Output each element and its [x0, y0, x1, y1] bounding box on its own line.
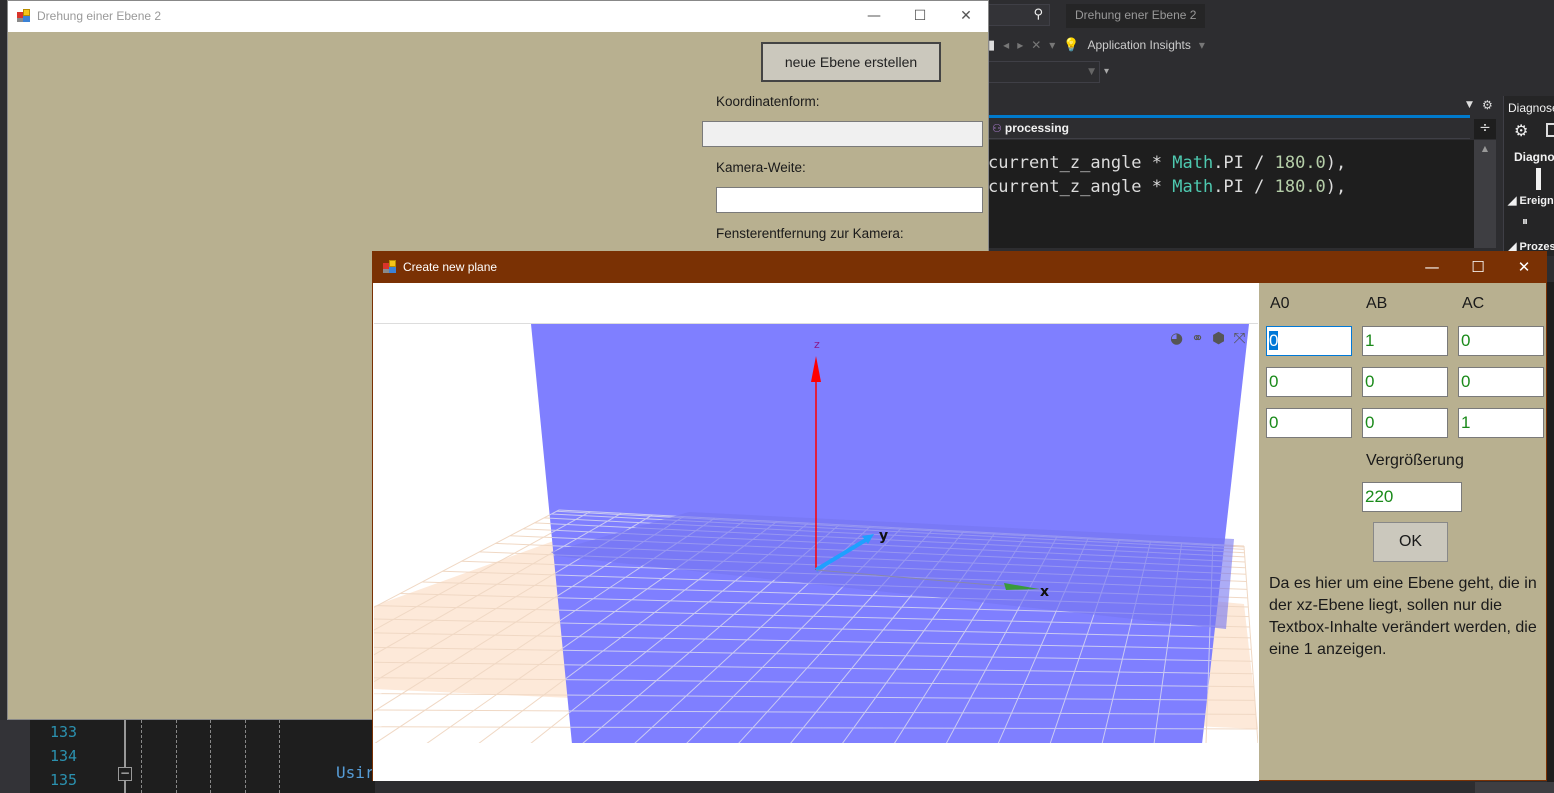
- indent-guide: [141, 720, 142, 793]
- indent-guide: [279, 720, 280, 793]
- zoom-field[interactable]: 220: [1362, 482, 1462, 512]
- main-window-titlebar[interactable]: Drehung einer Ebene 2 — ☐ ✕: [8, 1, 988, 32]
- gear-icon[interactable]: ⚙: [1482, 98, 1493, 112]
- app-icon: [17, 9, 31, 23]
- link-icon[interactable]: ⚭: [1189, 330, 1206, 347]
- new-plane-button[interactable]: neue Ebene erstellen: [761, 42, 941, 82]
- indent-guide: [245, 720, 246, 793]
- code-editor-bottom[interactable]: [30, 720, 375, 793]
- viewer-container: z y x ◕ ⚭ ⬢ ⤧: [373, 283, 1259, 781]
- matrix-field-ac-2[interactable]: 0: [1458, 367, 1544, 397]
- line-numbers: 133 134 135: [50, 723, 78, 789]
- active-tab-indicator: [988, 115, 1470, 118]
- chevron-down-icon[interactable]: ▾: [1199, 38, 1205, 52]
- ide-window-title: Drehung ener Ebene 2: [1066, 4, 1206, 28]
- info-text: Da es hier um eine Ebene geht, die in de…: [1269, 575, 1537, 658]
- ide-search-box[interactable]: ⚲: [988, 4, 1050, 26]
- column-header-ac: AC: [1462, 295, 1485, 312]
- column-header-a0: A0: [1270, 295, 1290, 312]
- zoom-label: Vergrößerung: [1366, 452, 1464, 469]
- close-button[interactable]: ✕: [1501, 252, 1547, 283]
- app-icon: [383, 260, 397, 274]
- member-navigation-bar[interactable]: ⚇ processing: [988, 119, 1470, 139]
- matrix-field-ab-3[interactable]: 0: [1362, 408, 1448, 438]
- 3d-viewer[interactable]: z y x ◕ ⚭ ⬢ ⤧: [374, 323, 1258, 743]
- select-tools-icon[interactable]: [1546, 123, 1554, 137]
- column-header-ab: AB: [1366, 295, 1388, 312]
- maximize-button[interactable]: ☐: [1455, 252, 1501, 283]
- minimize-button[interactable]: —: [851, 1, 897, 32]
- diagnostics-heading: Diagnos: [1514, 150, 1554, 164]
- dialog-titlebar[interactable]: Create new plane — ☐ ✕: [373, 252, 1546, 283]
- matrix-field-ac-1[interactable]: 0: [1458, 326, 1544, 356]
- ide-side-strip: [1547, 282, 1554, 782]
- settings-gear-icon[interactable]: ⚙: [1514, 121, 1528, 141]
- matrix-field-ab-2[interactable]: 0: [1362, 367, 1448, 397]
- code-editor[interactable]: current_z_angle * Math.PI / 180.0), curr…: [988, 140, 1474, 248]
- next-bookmark-icon[interactable]: ▸: [1017, 38, 1023, 52]
- code-keyword: Usir: [336, 763, 375, 782]
- matrix-field-a0-3[interactable]: 0: [1266, 408, 1352, 438]
- ide-config-combo[interactable]: ▼: [988, 61, 1100, 83]
- x-axis-label: x: [1040, 584, 1049, 600]
- ide-toolbar: ▮ ◂ ▸ ✕ ▾ 💡 Application Insights ▾: [988, 34, 1205, 56]
- application-insights-button[interactable]: Application Insights: [1088, 38, 1191, 52]
- window-distance-label: Fensterentfernung zur Kamera:: [716, 226, 904, 241]
- bookmark-icon[interactable]: ▮: [988, 37, 995, 53]
- coordinate-form-label: Koordinatenform:: [716, 94, 820, 109]
- code-line: current_z_angle * Math.PI / 180.0),: [988, 153, 1347, 173]
- editor-margin: [0, 720, 30, 793]
- matrix-field-a0-2[interactable]: 0: [1266, 367, 1352, 397]
- minimize-button[interactable]: —: [1409, 252, 1455, 283]
- matrix-field-ab-1[interactable]: 1: [1362, 326, 1448, 356]
- rotate-icon[interactable]: ◕: [1168, 330, 1185, 347]
- lightbulb-icon: 💡: [1063, 37, 1080, 52]
- toolbar-overflow-icon[interactable]: ▾: [1049, 38, 1055, 52]
- pause-icon[interactable]: ⏸: [1522, 214, 1528, 229]
- toolbar-overflow-icon[interactable]: ▾: [1104, 66, 1109, 77]
- indent-guide: [176, 720, 177, 793]
- collapse-icon[interactable]: −: [118, 767, 132, 781]
- maximize-button[interactable]: ☐: [897, 1, 943, 32]
- events-section[interactable]: ◢ Ereign: [1508, 194, 1554, 207]
- prev-bookmark-icon[interactable]: ◂: [1003, 38, 1009, 52]
- split-editor-icon[interactable]: ÷: [1474, 119, 1496, 139]
- main-window-title: Drehung einer Ebene 2: [37, 9, 162, 23]
- z-axis-label: z: [814, 338, 820, 351]
- editor-scrollbar[interactable]: ▲: [1474, 140, 1496, 248]
- viewer-toolbar: ◕ ⚭ ⬢ ⤧: [1168, 330, 1248, 347]
- scroll-up-icon[interactable]: ▲: [1474, 144, 1496, 153]
- method-icon: ⚇: [992, 123, 1002, 135]
- diagnostics-title: Diagnose: [1508, 101, 1554, 115]
- status-strip: [1475, 782, 1554, 793]
- dialog-title: Create new plane: [403, 260, 498, 274]
- matrix-field-ac-3[interactable]: 1: [1458, 408, 1544, 438]
- matrix-field-a0-1[interactable]: 0: [1266, 326, 1352, 356]
- create-plane-dialog: Create new plane — ☐ ✕ z y x ◕ ⚭ ⬢ ⤧ A0 …: [372, 251, 1547, 781]
- camera-distance-label: Kamera-Weite:: [716, 160, 806, 175]
- camera-distance-field[interactable]: [716, 187, 983, 213]
- close-button[interactable]: ✕: [943, 1, 989, 32]
- y-axis-label: y: [879, 528, 888, 544]
- cube-icon[interactable]: ⬢: [1210, 330, 1227, 347]
- outline-line: [124, 720, 126, 793]
- search-icon: ⚲: [1033, 7, 1043, 22]
- fullscreen-icon[interactable]: ⤧: [1231, 330, 1248, 347]
- clear-bookmarks-icon[interactable]: ✕: [1031, 38, 1041, 52]
- member-name: processing: [1004, 121, 1069, 135]
- diagnostics-panel: Diagnose ⚙ Diagnos ◢ Ereign ⏸ ◢ Prozes: [1503, 96, 1554, 256]
- ok-button[interactable]: OK: [1373, 522, 1448, 562]
- coordinate-form-field[interactable]: [702, 121, 983, 147]
- 3d-scene[interactable]: z y x: [374, 324, 1258, 743]
- indent-guide: [210, 720, 211, 793]
- tab-list-icon[interactable]: ▼: [1466, 100, 1473, 110]
- code-line: current_z_angle * Math.PI / 180.0),: [988, 177, 1347, 197]
- timeline-marker: [1536, 168, 1541, 190]
